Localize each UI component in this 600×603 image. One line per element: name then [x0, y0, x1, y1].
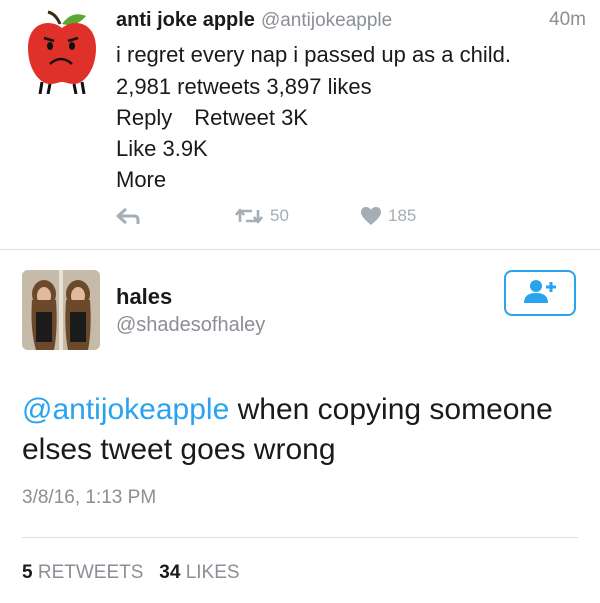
retweet-icon — [234, 206, 264, 226]
apple-avatar-icon[interactable] — [20, 10, 104, 95]
reply-link[interactable]: Reply — [116, 105, 172, 130]
reply-button[interactable] — [116, 206, 140, 226]
tweet-time: 40m — [549, 9, 586, 30]
tweet-text: @antijokeapple when copying someone else… — [22, 390, 582, 470]
retweet-button[interactable]: 50 — [234, 206, 289, 226]
author-handle[interactable]: @antijokeapple — [261, 10, 392, 31]
retweets-label: RETWEETS — [37, 562, 144, 583]
tweet-stats: 2,981 retweets 3,897 likes — [116, 74, 372, 99]
tweet-date: 3/8/16, 1:13 PM — [22, 487, 157, 508]
like-button[interactable]: 185 — [360, 206, 416, 226]
retweet-link[interactable]: Retweet 3K — [194, 105, 308, 130]
likes-count: 34 — [159, 562, 181, 583]
heart-icon — [360, 206, 382, 226]
author-handle[interactable]: @shadesofhaley — [116, 314, 265, 337]
retweet-count: 50 — [270, 206, 289, 225]
mention-link[interactable]: @antijokeapple — [22, 393, 229, 426]
tweet-antijokeapple: anti joke apple @antijokeapple 40m i regr… — [0, 0, 600, 250]
like-link[interactable]: Like 3.9K — [116, 134, 208, 164]
likes-stat[interactable]: 34 LIKES — [159, 562, 239, 583]
tweet-engagement: 5 RETWEETS 34 LIKES — [22, 562, 240, 584]
tweet-action-bar: 50 185 — [116, 206, 576, 236]
retweets-count: 5 — [22, 562, 33, 583]
action-row-text: Reply Retweet 3K — [116, 103, 308, 133]
divider — [22, 537, 578, 538]
author-name[interactable]: hales — [116, 284, 172, 310]
retweets-stat[interactable]: 5 RETWEETS — [22, 562, 143, 583]
tweet1-header: anti joke apple @antijokeapple 40m — [116, 6, 586, 35]
avatar[interactable] — [22, 270, 100, 350]
follow-user-icon — [523, 278, 557, 309]
divider — [0, 249, 600, 250]
likes-label: LIKES — [185, 562, 240, 583]
tweet-text: i regret every nap i passed up as a chil… — [116, 42, 512, 67]
reply-icon — [116, 206, 140, 226]
like-count: 185 — [388, 206, 417, 225]
follow-button[interactable] — [504, 270, 576, 316]
author-name[interactable]: anti joke apple — [116, 9, 255, 31]
more-link[interactable]: More — [116, 165, 166, 195]
